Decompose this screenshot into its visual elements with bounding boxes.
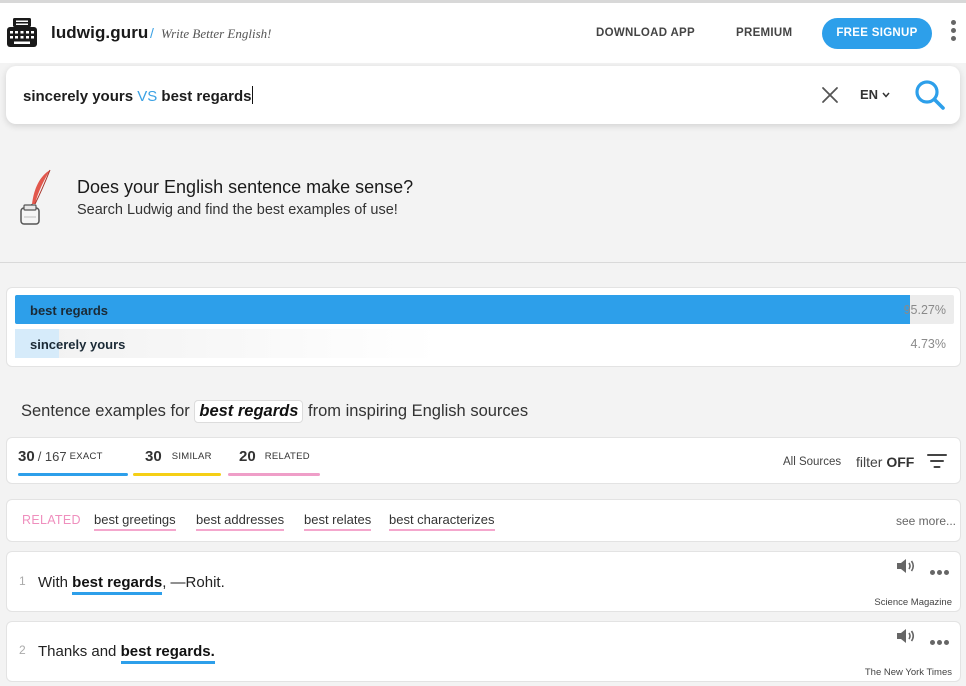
example-source[interactable]: The New York Times	[865, 667, 952, 678]
filter-toggle[interactable]: filter OFF	[856, 454, 914, 470]
language-select[interactable]: EN	[860, 87, 890, 102]
filter-state: OFF	[886, 454, 915, 470]
comparison-bar-fill	[15, 295, 910, 324]
similar-label: SIMILAR	[171, 451, 212, 462]
tab-underline	[228, 473, 320, 476]
premium-link[interactable]: PREMIUM	[736, 27, 792, 39]
close-icon[interactable]	[821, 86, 839, 104]
example-index: 2	[19, 643, 26, 657]
example-highlight: best regards	[72, 574, 163, 595]
search-input[interactable]: sincerely yours VS best regards	[23, 86, 254, 105]
exact-total: / 167	[37, 449, 67, 464]
filter-text: filter	[856, 454, 883, 470]
more-options-icon[interactable]	[930, 632, 952, 645]
all-sources-dropdown[interactable]: All Sources	[783, 456, 841, 468]
search-icon[interactable]	[914, 79, 946, 111]
example-source[interactable]: Science Magazine	[874, 597, 952, 608]
related-link[interactable]: best addresses	[196, 512, 285, 531]
brand-separator: /	[150, 25, 154, 41]
see-more-link[interactable]: see more...	[896, 514, 956, 528]
example-highlight: best regards.	[120, 643, 215, 664]
example-before: Thanks and	[38, 643, 121, 660]
related-link[interactable]: best greetings	[94, 512, 176, 531]
query-right-term: best regards	[161, 88, 252, 105]
query-vs: VS	[137, 88, 158, 105]
example-index: 1	[19, 574, 26, 588]
comparison-row-sincerely-yours[interactable]: sincerely yours 4.73%	[15, 329, 954, 358]
top-header: ludwig.guru / Write Better English! DOWN…	[0, 3, 966, 63]
tab-underline	[18, 473, 128, 476]
query-left-term: sincerely yours	[23, 88, 134, 105]
comparison-percent: 4.73%	[910, 337, 946, 351]
quill-inkwell-icon	[20, 169, 51, 225]
comparison-percent: 95.27%	[903, 303, 946, 317]
text-caret	[252, 86, 254, 104]
kebab-menu-icon[interactable]	[949, 20, 957, 46]
example-sentence: Thanks and best regards.	[38, 643, 215, 664]
similar-count: 30	[145, 448, 162, 465]
heading-term: best regards	[194, 400, 304, 423]
tab-underline	[133, 473, 221, 476]
filter-bar: 30/ 167 EXACT 30 SIMILAR 20 RELATED All Sou…	[6, 437, 961, 484]
example-card: 2 Thanks and best regards. The New York …	[6, 621, 961, 682]
section-divider	[0, 262, 966, 263]
search-bar: sincerely yours VS best regards EN	[6, 66, 960, 124]
exact-count: 30	[18, 448, 35, 465]
related-terms-bar: RELATED best greetings best addresses be…	[6, 499, 961, 542]
heading-prefix: Sentence examples for	[21, 402, 190, 420]
hero-subtitle: Search Ludwig and find the best examples…	[77, 202, 398, 218]
comparison-label: best regards	[30, 303, 109, 318]
related-tag: RELATED	[22, 513, 81, 527]
related-count: 20	[239, 448, 256, 465]
download-app-link[interactable]: DOWNLOAD APP	[596, 27, 695, 39]
more-options-icon[interactable]	[930, 562, 952, 575]
hero-title: Does your English sentence make sense?	[77, 177, 414, 197]
language-label: EN	[860, 87, 879, 102]
free-signup-button[interactable]: FREE SIGNUP	[822, 18, 932, 49]
tab-related[interactable]: 20 RELATED	[228, 448, 320, 476]
related-link[interactable]: best characterizes	[389, 512, 495, 531]
filter-lines-icon[interactable]	[927, 452, 947, 470]
tab-exact[interactable]: 30/ 167 EXACT	[18, 448, 128, 476]
brand-tagline: Write Better English!	[161, 26, 272, 41]
comparison-card: best regards 95.27% sincerely yours 4.73…	[6, 287, 961, 367]
tab-similar[interactable]: 30 SIMILAR	[133, 448, 221, 476]
comparison-row-best-regards[interactable]: best regards 95.27%	[15, 295, 954, 324]
heading-suffix: from inspiring English sources	[308, 402, 529, 420]
related-label: RELATED	[264, 451, 310, 462]
speaker-icon[interactable]	[896, 558, 916, 574]
example-before: With	[38, 574, 73, 591]
exact-label: EXACT	[69, 451, 103, 462]
example-card: 1 With best regards, —Rohit. Science Mag…	[6, 551, 961, 612]
examples-heading: Sentence examples for best regards from …	[21, 400, 528, 423]
speaker-icon[interactable]	[896, 628, 916, 644]
example-sentence: With best regards, —Rohit.	[38, 574, 225, 595]
typewriter-icon[interactable]	[6, 17, 38, 49]
example-after: , —Rohit.	[162, 574, 225, 591]
chevron-down-icon	[882, 92, 890, 98]
comparison-label: sincerely yours	[30, 337, 126, 352]
brand-name[interactable]: ludwig.guru	[51, 23, 148, 43]
related-link[interactable]: best relates	[304, 512, 372, 531]
